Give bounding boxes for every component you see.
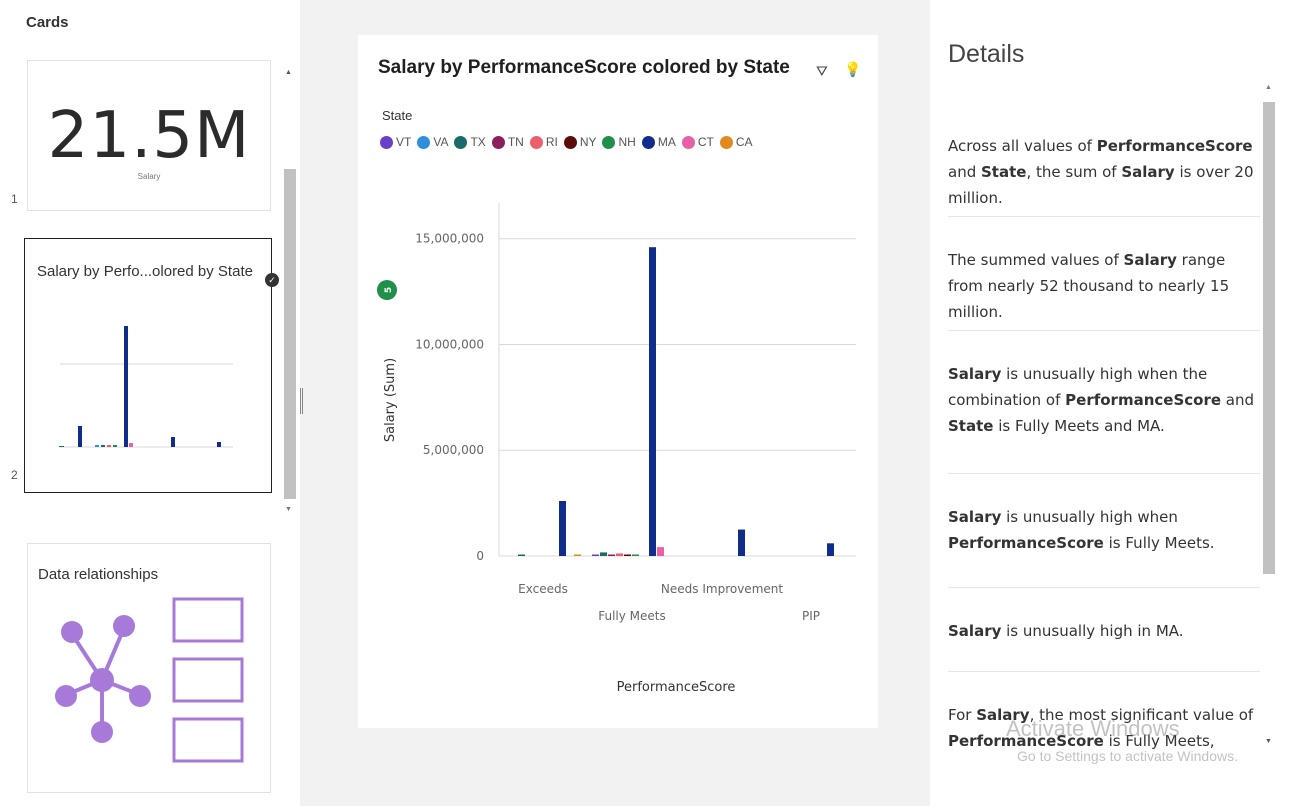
scroll-down-icon[interactable]: ▼ — [285, 506, 292, 513]
insight-field-name: PerformanceScore — [1096, 137, 1253, 155]
insight-field-name: Salary — [1123, 251, 1177, 269]
insight-field-name: Salary — [948, 365, 1002, 383]
y-axis-label: Salary (Sum) — [383, 358, 398, 442]
kpi-card[interactable]: 21.5M Salary — [27, 60, 271, 211]
cards-scrollbar[interactable]: ▲ ▼ — [283, 63, 297, 518]
bar-tn-fully-meets[interactable] — [608, 554, 615, 557]
insight-text: and — [1221, 391, 1255, 409]
details-scrollbar[interactable]: ▲ ▼ — [1262, 78, 1276, 758]
chart-thumbnail — [59, 326, 233, 448]
bar-tx-exceeds[interactable] — [518, 554, 525, 557]
x-tick-label: PIP — [802, 609, 820, 623]
bar-ca-exceeds[interactable] — [574, 554, 581, 557]
scroll-thumb[interactable] — [1263, 102, 1275, 574]
kpi-label: Salary — [137, 172, 161, 181]
data-relationships-card[interactable]: Data relationships — [27, 543, 271, 793]
insight-item[interactable]: Salary is unusually high when the combin… — [948, 331, 1260, 474]
cards-panel: Cards 21.5M Salary 1 Salary by Perfo...o… — [0, 0, 300, 811]
card-number: 1 — [11, 192, 18, 206]
bar-vt-fully-meets[interactable] — [592, 554, 599, 557]
scroll-thumb[interactable] — [284, 169, 296, 499]
x-tick-label: Fully Meets — [598, 609, 666, 623]
y-tick-label: 5,000,000 — [423, 443, 484, 457]
bar-ri-fully-meets[interactable] — [616, 553, 623, 556]
details-title: Details — [948, 40, 1025, 68]
insights-list: Across all values of PerformanceScore an… — [948, 103, 1260, 758]
insight-field-name: PerformanceScore — [1065, 391, 1222, 409]
x-axis-label: PerformanceScore — [617, 680, 736, 695]
kpi-value: 21.5M — [47, 99, 251, 173]
scroll-up-icon[interactable]: ▲ — [285, 69, 292, 76]
axis-badge-label: 5 — [384, 287, 394, 293]
network-graph-icon — [55, 597, 244, 763]
insight-item[interactable]: Salary is unusually high in MA. — [948, 588, 1260, 672]
insight-text: , the sum of — [1026, 163, 1122, 181]
bar-nh-fully-meets[interactable] — [632, 554, 639, 557]
y-tick-label: 15,000,000 — [415, 232, 484, 246]
chart-card: Salary by PerformanceScore colored by St… — [358, 35, 878, 728]
cards-panel-title: Cards — [26, 14, 69, 31]
y-tick-label: 10,000,000 — [415, 337, 484, 351]
panel-splitter-handle[interactable] — [300, 388, 303, 414]
insight-field-name: PerformanceScore — [948, 534, 1104, 552]
bar-ny-fully-meets[interactable] — [624, 554, 631, 557]
details-panel: Details Across all values of Performance… — [930, 0, 1294, 811]
activation-watermark-title: Activate Windows — [1006, 716, 1180, 741]
insight-item[interactable]: Across all values of PerformanceScore an… — [948, 103, 1260, 217]
card-number: 2 — [11, 468, 18, 482]
insight-text: is Fully Meets. — [1103, 534, 1215, 552]
bar-ma-fully-meets[interactable] — [649, 247, 656, 557]
x-tick-label: Needs Improvement — [661, 582, 783, 596]
bar-ct-fully-meets[interactable] — [657, 547, 664, 556]
bar-ma-pip[interactable] — [827, 543, 834, 556]
insight-text: The summed values of — [948, 251, 1124, 269]
insight-text: and — [948, 163, 981, 181]
insight-item[interactable]: The summed values of Salary range from n… — [948, 217, 1260, 331]
scroll-down-icon[interactable]: ▼ — [1265, 738, 1272, 745]
insight-field-name: Salary — [1121, 163, 1175, 181]
insight-text: is unusually high when — [1001, 508, 1178, 526]
scroll-up-icon[interactable]: ▲ — [1265, 84, 1272, 91]
y-tick-label: 0 — [476, 549, 484, 563]
insight-item[interactable]: Salary is unusually high when Performanc… — [948, 474, 1260, 588]
insight-field-name: Salary — [948, 508, 1002, 526]
insight-field-name: Salary — [948, 622, 1002, 640]
x-tick-label: Exceeds — [518, 582, 568, 596]
insight-field-name: State — [948, 417, 994, 435]
activation-watermark-text: Go to Settings to activate Windows. — [1017, 748, 1238, 764]
bar-ma-needs-improvement[interactable] — [738, 529, 745, 556]
insight-text: is Fully Meets and MA. — [993, 417, 1165, 435]
insight-item[interactable]: For Salary, the most significant value o… — [948, 672, 1260, 758]
bar-ma-exceeds[interactable] — [559, 501, 566, 556]
insight-text: For — [948, 706, 977, 724]
insight-text: is unusually high in MA. — [1001, 622, 1184, 640]
chart-thumbnail-card[interactable]: Salary by Perfo...olored by State ✓ — [24, 238, 279, 493]
bar-tx-fully-meets[interactable] — [600, 552, 607, 556]
insight-field-name: State — [981, 163, 1027, 181]
bar-chart: 0 5,000,000 10,000,000 15,000,000 Exceeds Fu… — [377, 203, 856, 695]
insight-text: Across all values of — [948, 137, 1097, 155]
